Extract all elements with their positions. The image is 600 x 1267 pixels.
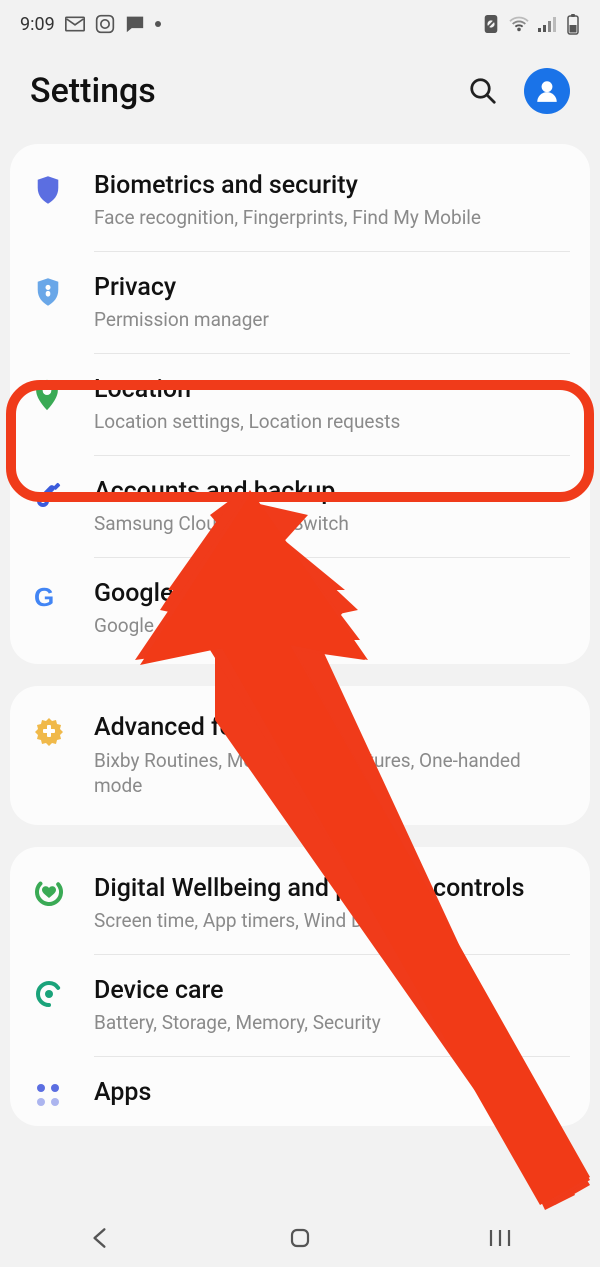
row-title: Digital Wellbeing and parental controls xyxy=(94,873,566,904)
nav-bar xyxy=(0,1211,600,1267)
nav-home[interactable] xyxy=(260,1226,340,1250)
signal-icon xyxy=(538,16,558,32)
row-sub: Location settings, Location requests xyxy=(94,409,566,435)
mail-icon xyxy=(65,16,85,32)
search-icon[interactable] xyxy=(468,76,498,106)
settings-row-devicecare[interactable]: Device care Battery, Storage, Memory, Se… xyxy=(10,955,590,1056)
row-title: Apps xyxy=(94,1077,566,1108)
wifi-icon xyxy=(508,15,530,33)
row-title: Google xyxy=(94,578,566,609)
row-sub: Permission manager xyxy=(94,307,566,333)
google-icon: G xyxy=(34,578,94,613)
settings-group: Biometrics and security Face recognition… xyxy=(10,144,590,664)
page-title: Settings xyxy=(30,71,156,111)
settings-group: Digital Wellbeing and parental controls … xyxy=(10,847,590,1126)
header: Settings xyxy=(0,48,600,144)
row-sub: Google settings xyxy=(94,613,566,639)
nav-recents[interactable] xyxy=(460,1227,540,1249)
profile-avatar[interactable] xyxy=(524,68,570,114)
status-time: 9:09 xyxy=(20,14,55,35)
privacy-shield-icon xyxy=(34,272,94,308)
chat-icon xyxy=(125,15,145,33)
shield-icon xyxy=(34,170,94,206)
row-sub: Samsung Cloud, Smart Switch xyxy=(94,511,566,537)
row-sub: Screen time, App timers, Wind Down xyxy=(94,908,566,934)
wellbeing-icon xyxy=(34,873,94,907)
key-icon xyxy=(34,476,94,510)
nav-back[interactable] xyxy=(60,1225,140,1251)
row-title: Location xyxy=(94,374,566,405)
camera-icon xyxy=(95,14,115,34)
apps-grid-icon xyxy=(34,1077,94,1109)
row-title: Biometrics and security xyxy=(94,170,566,201)
settings-row-privacy[interactable]: Privacy Permission manager xyxy=(10,252,590,353)
settings-row-apps[interactable]: Apps xyxy=(10,1057,590,1120)
more-notifications-icon xyxy=(155,21,161,27)
plus-badge-icon xyxy=(34,712,94,746)
row-title: Accounts and backup xyxy=(94,476,566,507)
settings-row-accounts[interactable]: Accounts and backup Samsung Cloud, Smart… xyxy=(10,456,590,557)
settings-row-location[interactable]: Location Location settings, Location req… xyxy=(10,354,590,455)
settings-row-biometrics[interactable]: Biometrics and security Face recognition… xyxy=(10,150,590,251)
row-title: Privacy xyxy=(94,272,566,303)
settings-row-google[interactable]: G Google Google settings xyxy=(10,558,590,659)
dnd-icon xyxy=(482,14,500,34)
settings-row-advanced[interactable]: Advanced features Bixby Routines, Motion… xyxy=(10,692,590,819)
device-care-icon xyxy=(34,975,94,1009)
settings-row-wellbeing[interactable]: Digital Wellbeing and parental controls … xyxy=(10,853,590,954)
settings-group: Advanced features Bixby Routines, Motion… xyxy=(10,686,590,825)
row-sub: Face recognition, Fingerprints, Find My … xyxy=(94,205,566,231)
row-title: Device care xyxy=(94,975,566,1006)
location-pin-icon xyxy=(34,374,94,412)
row-sub: Bixby Routines, Motions and gestures, On… xyxy=(94,748,566,799)
battery-icon xyxy=(566,13,580,35)
row-sub: Battery, Storage, Memory, Security xyxy=(94,1010,566,1036)
status-bar: 9:09 xyxy=(0,0,600,48)
row-title: Advanced features xyxy=(94,712,566,743)
